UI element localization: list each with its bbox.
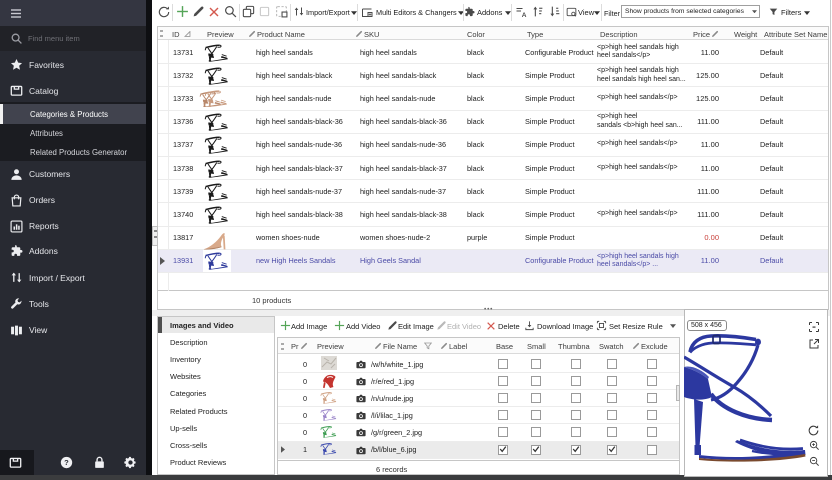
svg-text:A: A bbox=[522, 12, 527, 18]
svg-text:?: ? bbox=[64, 458, 69, 467]
